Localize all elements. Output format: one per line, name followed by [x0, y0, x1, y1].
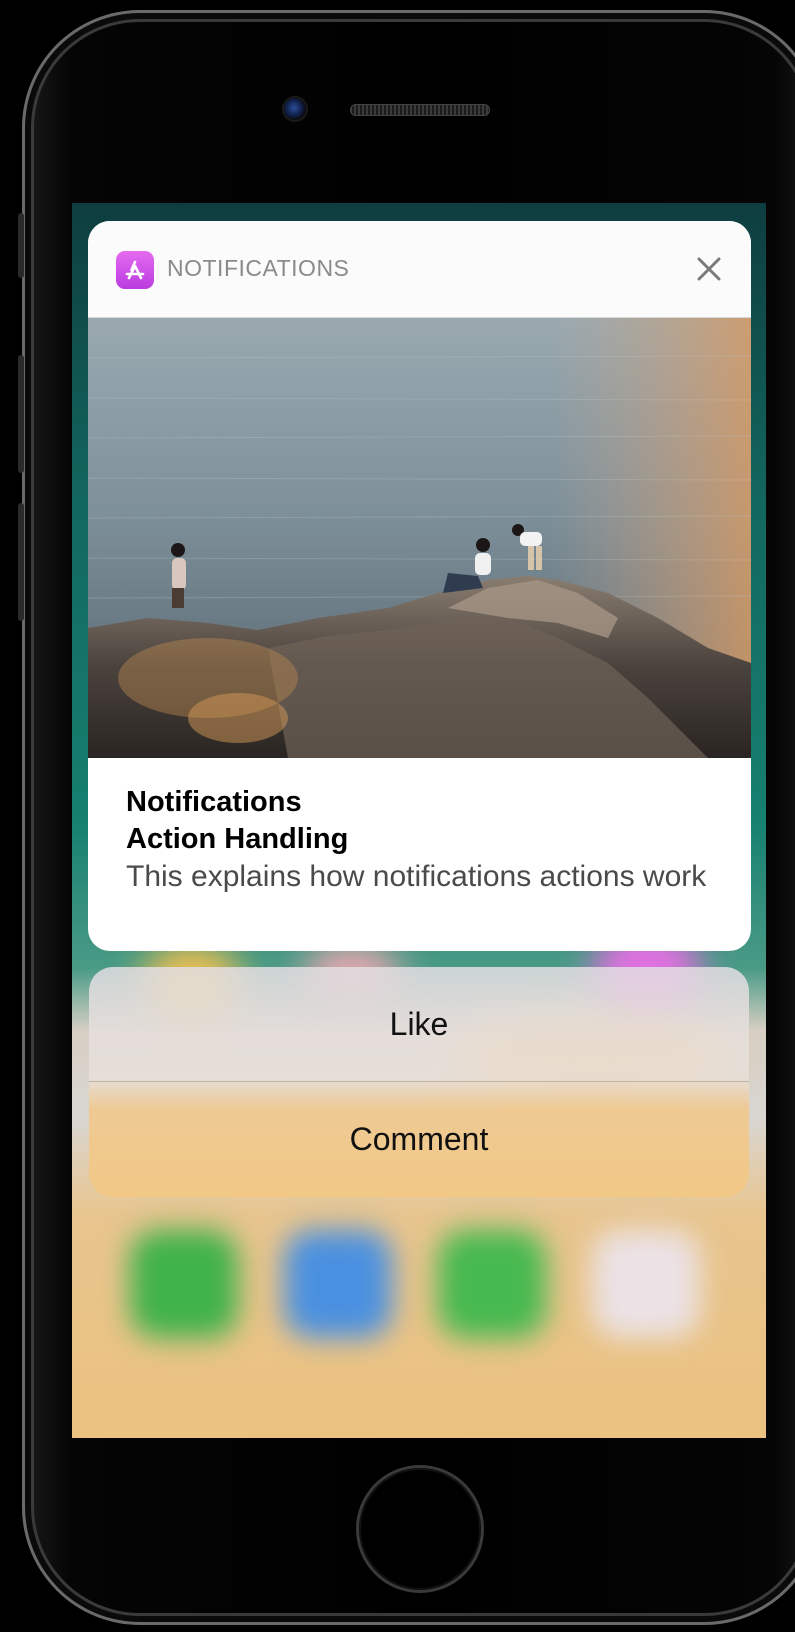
- blurred-dock-icon: [130, 1230, 238, 1338]
- home-button[interactable]: [359, 1468, 481, 1590]
- volume-up-button: [18, 355, 24, 473]
- blurred-dock-icon: [592, 1230, 700, 1338]
- like-action-button[interactable]: Like: [89, 967, 749, 1081]
- close-icon: [697, 257, 721, 281]
- earpiece-speaker: [350, 104, 490, 116]
- ring-silent-switch: [18, 213, 24, 278]
- app-name-label: NOTIFICATIONS: [167, 255, 350, 281]
- notification-image: [88, 318, 751, 758]
- blurred-dock-icon: [438, 1230, 546, 1338]
- notification-title: Notifications: [126, 786, 302, 818]
- notification-subtitle: Action Handling: [126, 823, 349, 855]
- close-button[interactable]: [689, 249, 729, 289]
- notification-actions: Like Comment: [89, 967, 749, 1197]
- front-camera: [284, 98, 306, 120]
- notification-body: This explains how notifications actions …: [126, 860, 707, 893]
- notification-content: Notifications Action Handling This expla…: [88, 758, 751, 895]
- volume-down-button: [18, 503, 24, 621]
- notification-card[interactable]: NOTIFICATIONS Notifications Action Handl…: [88, 221, 751, 951]
- app-store-icon: [116, 251, 154, 289]
- person-left: [171, 543, 186, 608]
- blurred-dock-icon: [284, 1230, 392, 1338]
- comment-action-button[interactable]: Comment: [89, 1082, 749, 1196]
- device-stage: NOTIFICATIONS Notifications Action Handl…: [0, 0, 795, 1632]
- notification-header: NOTIFICATIONS: [88, 221, 751, 318]
